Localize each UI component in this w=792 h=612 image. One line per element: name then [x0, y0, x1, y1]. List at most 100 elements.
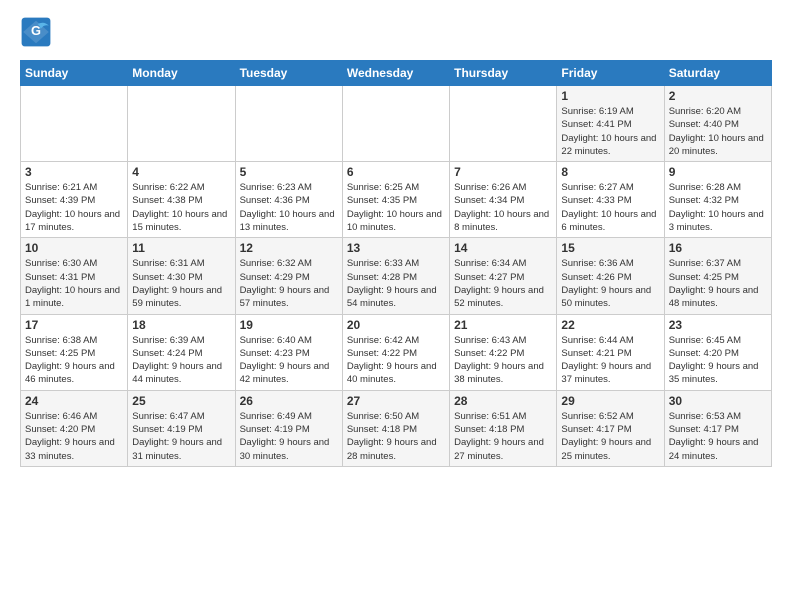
day-info: Sunrise: 6:34 AMSunset: 4:27 PMDaylight:…	[454, 257, 552, 310]
day-info: Sunrise: 6:39 AMSunset: 4:24 PMDaylight:…	[132, 334, 230, 387]
header-row: SundayMondayTuesdayWednesdayThursdayFrid…	[21, 61, 772, 86]
day-number: 4	[132, 165, 230, 179]
calendar-cell: 6Sunrise: 6:25 AMSunset: 4:35 PMDaylight…	[342, 162, 449, 238]
day-info: Sunrise: 6:21 AMSunset: 4:39 PMDaylight:…	[25, 181, 123, 234]
day-number: 17	[25, 318, 123, 332]
calendar-cell: 2 Sunrise: 6:20 AMSunset: 4:40 PMDaylight…	[664, 86, 771, 162]
calendar-cell: 8Sunrise: 6:27 AMSunset: 4:33 PMDaylight…	[557, 162, 664, 238]
day-info: Sunrise: 6:36 AMSunset: 4:26 PMDaylight:…	[561, 257, 659, 310]
calendar-cell: 20 Sunrise: 6:42 AMSunset: 4:22 PMDayligh…	[342, 314, 449, 390]
day-info: Sunrise: 6:22 AMSunset: 4:38 PMDaylight:…	[132, 181, 230, 234]
day-info: Sunrise: 6:32 AMSunset: 4:29 PMDaylight:…	[240, 257, 338, 310]
day-info: Sunrise: 6:23 AMSunset: 4:36 PMDaylight:…	[240, 181, 338, 234]
day-info: Sunrise: 6:46 AMSunset: 4:20 PMDaylight:…	[25, 410, 123, 463]
calendar-cell: 18 Sunrise: 6:39 AMSunset: 4:24 PMDayligh…	[128, 314, 235, 390]
calendar-cell: 13 Sunrise: 6:33 AMSunset: 4:28 PMDayligh…	[342, 238, 449, 314]
day-number: 10	[25, 241, 123, 255]
day-info: Sunrise: 6:20 AMSunset: 4:40 PMDaylight:…	[669, 105, 767, 158]
calendar-cell: 3 Sunrise: 6:21 AMSunset: 4:39 PMDaylight…	[21, 162, 128, 238]
day-info: Sunrise: 6:44 AMSunset: 4:21 PMDaylight:…	[561, 334, 659, 387]
calendar-cell: 15Sunrise: 6:36 AMSunset: 4:26 PMDayligh…	[557, 238, 664, 314]
calendar-cell: 26 Sunrise: 6:49 AMSunset: 4:19 PMDayligh…	[235, 390, 342, 466]
day-info: Sunrise: 6:47 AMSunset: 4:19 PMDaylight:…	[132, 410, 230, 463]
day-header-thursday: Thursday	[450, 61, 557, 86]
day-header-friday: Friday	[557, 61, 664, 86]
day-number: 25	[132, 394, 230, 408]
calendar-week-5: 24 Sunrise: 6:46 AMSunset: 4:20 PMDayligh…	[21, 390, 772, 466]
day-number: 11	[132, 241, 230, 255]
day-header-monday: Monday	[128, 61, 235, 86]
calendar-cell: 17 Sunrise: 6:38 AMSunset: 4:25 PMDayligh…	[21, 314, 128, 390]
calendar-cell: 24 Sunrise: 6:46 AMSunset: 4:20 PMDayligh…	[21, 390, 128, 466]
day-info: Sunrise: 6:30 AMSunset: 4:31 PMDaylight:…	[25, 257, 123, 310]
day-info: Sunrise: 6:51 AMSunset: 4:18 PMDaylight:…	[454, 410, 552, 463]
calendar-cell: 25 Sunrise: 6:47 AMSunset: 4:19 PMDayligh…	[128, 390, 235, 466]
calendar-cell	[21, 86, 128, 162]
calendar-cell: 27Sunrise: 6:50 AMSunset: 4:18 PMDayligh…	[342, 390, 449, 466]
day-info: Sunrise: 6:38 AMSunset: 4:25 PMDaylight:…	[25, 334, 123, 387]
day-header-wednesday: Wednesday	[342, 61, 449, 86]
day-info: Sunrise: 6:31 AMSunset: 4:30 PMDaylight:…	[132, 257, 230, 310]
day-number: 7	[454, 165, 552, 179]
day-info: Sunrise: 6:53 AMSunset: 4:17 PMDaylight:…	[669, 410, 767, 463]
calendar-cell: 29 Sunrise: 6:52 AMSunset: 4:17 PMDayligh…	[557, 390, 664, 466]
day-number: 1	[561, 89, 659, 103]
day-number: 2	[669, 89, 767, 103]
day-number: 27	[347, 394, 445, 408]
day-header-sunday: Sunday	[21, 61, 128, 86]
day-number: 18	[132, 318, 230, 332]
day-number: 12	[240, 241, 338, 255]
page: G SundayMondayTuesdayWednesdayThursdayFr…	[0, 0, 792, 477]
calendar-week-4: 17 Sunrise: 6:38 AMSunset: 4:25 PMDayligh…	[21, 314, 772, 390]
calendar-cell: 10 Sunrise: 6:30 AMSunset: 4:31 PMDayligh…	[21, 238, 128, 314]
calendar-cell: 7 Sunrise: 6:26 AMSunset: 4:34 PMDaylight…	[450, 162, 557, 238]
day-info: Sunrise: 6:52 AMSunset: 4:17 PMDaylight:…	[561, 410, 659, 463]
day-number: 22	[561, 318, 659, 332]
day-info: Sunrise: 6:26 AMSunset: 4:34 PMDaylight:…	[454, 181, 552, 234]
day-header-tuesday: Tuesday	[235, 61, 342, 86]
day-info: Sunrise: 6:42 AMSunset: 4:22 PMDaylight:…	[347, 334, 445, 387]
day-number: 20	[347, 318, 445, 332]
day-info: Sunrise: 6:49 AMSunset: 4:19 PMDaylight:…	[240, 410, 338, 463]
calendar-cell: 9 Sunrise: 6:28 AMSunset: 4:32 PMDaylight…	[664, 162, 771, 238]
day-number: 3	[25, 165, 123, 179]
day-info: Sunrise: 6:40 AMSunset: 4:23 PMDaylight:…	[240, 334, 338, 387]
calendar-cell	[128, 86, 235, 162]
calendar-cell: 14 Sunrise: 6:34 AMSunset: 4:27 PMDayligh…	[450, 238, 557, 314]
calendar-cell: 28 Sunrise: 6:51 AMSunset: 4:18 PMDayligh…	[450, 390, 557, 466]
calendar-cell	[235, 86, 342, 162]
calendar-cell: 23 Sunrise: 6:45 AMSunset: 4:20 PMDayligh…	[664, 314, 771, 390]
day-number: 23	[669, 318, 767, 332]
calendar-week-2: 3 Sunrise: 6:21 AMSunset: 4:39 PMDaylight…	[21, 162, 772, 238]
day-number: 30	[669, 394, 767, 408]
day-info: Sunrise: 6:45 AMSunset: 4:20 PMDaylight:…	[669, 334, 767, 387]
day-info: Sunrise: 6:27 AMSunset: 4:33 PMDaylight:…	[561, 181, 659, 234]
day-number: 28	[454, 394, 552, 408]
day-number: 5	[240, 165, 338, 179]
calendar-cell: 1Sunrise: 6:19 AMSunset: 4:41 PMDaylight…	[557, 86, 664, 162]
day-number: 13	[347, 241, 445, 255]
day-info: Sunrise: 6:25 AMSunset: 4:35 PMDaylight:…	[347, 181, 445, 234]
day-info: Sunrise: 6:37 AMSunset: 4:25 PMDaylight:…	[669, 257, 767, 310]
day-header-saturday: Saturday	[664, 61, 771, 86]
day-number: 9	[669, 165, 767, 179]
day-number: 14	[454, 241, 552, 255]
day-number: 26	[240, 394, 338, 408]
logo: G	[20, 16, 56, 48]
calendar-cell: 12 Sunrise: 6:32 AMSunset: 4:29 PMDayligh…	[235, 238, 342, 314]
calendar-cell	[342, 86, 449, 162]
calendar-cell	[450, 86, 557, 162]
day-info: Sunrise: 6:43 AMSunset: 4:22 PMDaylight:…	[454, 334, 552, 387]
day-info: Sunrise: 6:28 AMSunset: 4:32 PMDaylight:…	[669, 181, 767, 234]
header: G	[20, 16, 772, 48]
calendar-cell: 11 Sunrise: 6:31 AMSunset: 4:30 PMDayligh…	[128, 238, 235, 314]
day-info: Sunrise: 6:33 AMSunset: 4:28 PMDaylight:…	[347, 257, 445, 310]
calendar-table: SundayMondayTuesdayWednesdayThursdayFrid…	[20, 60, 772, 467]
day-number: 29	[561, 394, 659, 408]
day-number: 24	[25, 394, 123, 408]
day-number: 21	[454, 318, 552, 332]
calendar-cell: 19Sunrise: 6:40 AMSunset: 4:23 PMDayligh…	[235, 314, 342, 390]
day-number: 16	[669, 241, 767, 255]
calendar-cell: 22 Sunrise: 6:44 AMSunset: 4:21 PMDayligh…	[557, 314, 664, 390]
calendar-cell: 21 Sunrise: 6:43 AMSunset: 4:22 PMDayligh…	[450, 314, 557, 390]
